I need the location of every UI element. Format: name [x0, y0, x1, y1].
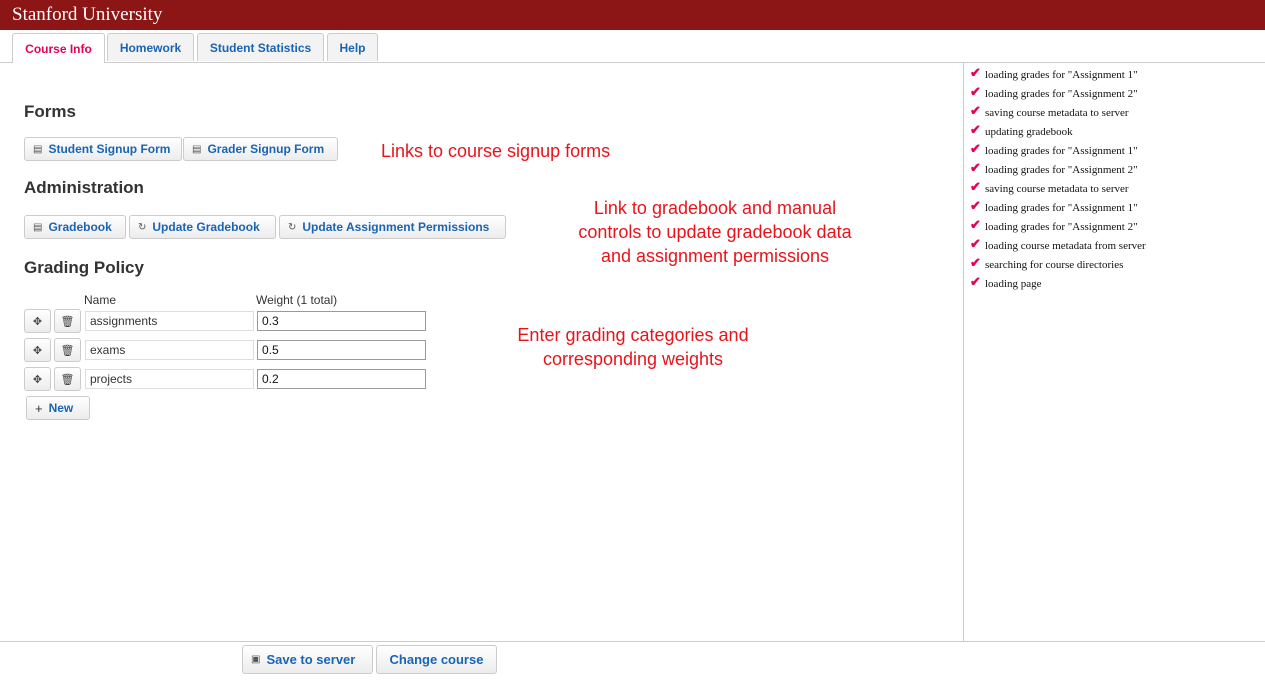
check-icon: ✔	[970, 65, 981, 80]
drag-handle[interactable]: ✥	[24, 367, 51, 391]
log-item-text: loading grades for "Assignment 2"	[985, 164, 1138, 176]
save-to-server-label: Save to server	[266, 652, 356, 667]
gradebook-label: Gradebook	[48, 220, 112, 234]
annotation-admin-line-1: Link to gradebook and manual	[593, 198, 837, 218]
delete-row-button[interactable]: 🗑	[54, 309, 81, 333]
log-item-text: loading course metadata from server	[985, 240, 1146, 252]
delete-row-button[interactable]: 🗑	[54, 338, 81, 362]
log-item-text: loading grades for "Assignment 1"	[985, 69, 1138, 81]
annotation-grading-line-2: corresponding weights	[542, 349, 724, 369]
log-item-text: updating gradebook	[985, 126, 1073, 138]
category-weight-field[interactable]	[257, 311, 426, 331]
status-log-panel: ✔ loading grades for "Assignment 1" ✔ load…	[963, 62, 1265, 642]
annotation-forms: Links to course signup forms	[381, 141, 611, 161]
update-assignment-permissions-label: Update Assignment Permissions	[302, 220, 490, 234]
annotation-grading: Enter grading categories and correspondi…	[488, 323, 778, 371]
trash-icon: 🗑	[60, 315, 75, 328]
change-course-button[interactable]: Change course	[376, 645, 497, 674]
table-icon: ▤	[33, 221, 43, 233]
drag-handle[interactable]: ✥	[24, 338, 51, 362]
check-icon: ✔	[970, 141, 981, 156]
save-to-server-button[interactable]: ▣ Save to server	[242, 645, 373, 674]
form-icon: ▤	[33, 143, 43, 155]
log-item-text: searching for course directories	[985, 259, 1124, 271]
column-header-weight: Weight (1 total)	[256, 293, 338, 307]
footer-bar: ▣ Save to server Change course	[0, 641, 1265, 681]
delete-row-button[interactable]: 🗑	[54, 367, 81, 391]
grader-signup-form-button[interactable]: ▤ Grader Signup Form	[183, 137, 338, 161]
update-assignment-permissions-button[interactable]: ↻ Update Assignment Permissions	[279, 215, 506, 239]
log-item-text: loading grades for "Assignment 1"	[985, 145, 1138, 157]
refresh-icon: ↻	[138, 221, 147, 233]
move-icon: ✥	[32, 373, 43, 386]
category-name-field[interactable]	[85, 311, 254, 331]
check-icon: ✔	[970, 236, 981, 251]
drag-handle[interactable]: ✥	[24, 309, 51, 333]
check-icon: ✔	[970, 179, 981, 194]
update-gradebook-button[interactable]: ↻ Update Gradebook	[129, 215, 276, 239]
move-icon: ✥	[32, 315, 43, 328]
log-item-text: loading grades for "Assignment 2"	[985, 221, 1138, 233]
grader-signup-form-label: Grader Signup Form	[207, 142, 325, 156]
category-name-field[interactable]	[85, 369, 254, 389]
log-item-text: loading page	[985, 278, 1042, 290]
annotation-admin-line-2: controls to update gradebook data	[578, 222, 852, 242]
grading-policy-heading: Grading Policy	[24, 258, 144, 277]
gradebook-button[interactable]: ▤ Gradebook	[24, 215, 126, 239]
update-gradebook-label: Update Gradebook	[152, 220, 260, 234]
save-icon: ▣	[251, 654, 261, 665]
category-name-field[interactable]	[85, 340, 254, 360]
change-course-label: Change course	[389, 652, 484, 667]
tab-help[interactable]: Help	[327, 33, 378, 61]
annotation-admin-line-3: and assignment permissions	[600, 246, 830, 266]
check-icon: ✔	[970, 274, 981, 289]
form-icon: ▤	[192, 143, 202, 155]
log-item-text: loading grades for "Assignment 2"	[985, 88, 1138, 100]
column-header-name: Name	[84, 293, 117, 307]
log-item-text: loading grades for "Assignment 1"	[985, 202, 1138, 214]
category-weight-field[interactable]	[257, 369, 426, 389]
administration-heading: Administration	[24, 178, 144, 197]
check-icon: ✔	[970, 84, 981, 99]
tab-homework[interactable]: Homework	[107, 33, 194, 61]
tab-student-statistics[interactable]: Student Statistics	[197, 33, 324, 61]
annotation-administration: Link to gradebook and manual controls to…	[530, 196, 900, 268]
student-signup-form-button[interactable]: ▤ Student Signup Form	[24, 137, 182, 161]
check-icon: ✔	[970, 122, 981, 137]
new-category-label: New	[48, 401, 74, 415]
move-icon: ✥	[32, 344, 43, 357]
trash-icon: 🗑	[60, 344, 75, 357]
plus-icon: +	[35, 400, 43, 416]
trash-icon: 🗑	[60, 373, 75, 386]
refresh-icon: ↻	[288, 221, 297, 233]
category-weight-field[interactable]	[257, 340, 426, 360]
new-category-button[interactable]: + New	[26, 396, 90, 420]
check-icon: ✔	[970, 160, 981, 175]
forms-heading: Forms	[24, 102, 76, 121]
check-icon: ✔	[970, 198, 981, 213]
student-signup-form-label: Student Signup Form	[48, 142, 171, 156]
check-icon: ✔	[970, 103, 981, 118]
log-item-text: saving course metadata to server	[985, 107, 1129, 119]
log-item-text: saving course metadata to server	[985, 183, 1129, 195]
brand-logo: Stanford University	[12, 4, 163, 25]
check-icon: ✔	[970, 255, 981, 270]
tab-bar: Course Info Homework Student Statistics …	[0, 30, 1265, 63]
annotation-grading-line-1: Enter grading categories and	[517, 325, 749, 345]
tab-course-info[interactable]: Course Info	[12, 33, 105, 63]
top-bar: Stanford University	[0, 0, 1265, 30]
check-icon: ✔	[970, 217, 981, 232]
